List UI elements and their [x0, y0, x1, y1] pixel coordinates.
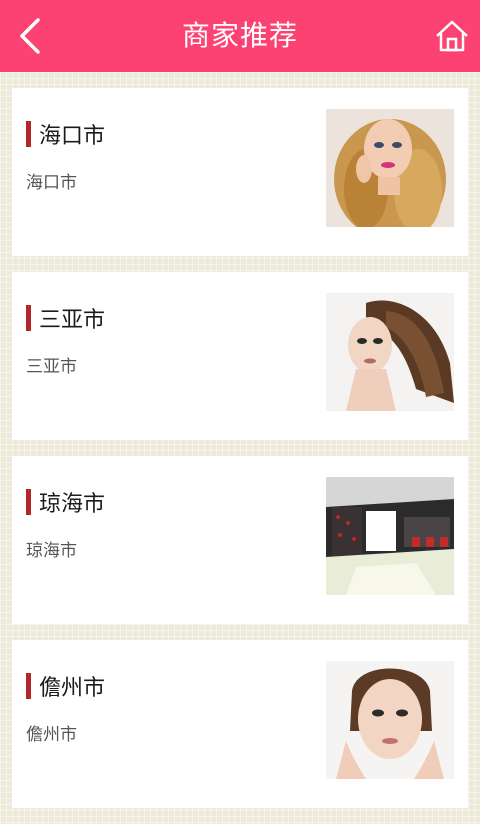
home-icon: [436, 20, 468, 52]
accent-bar: [26, 305, 31, 331]
top-bar: 商家推荐: [0, 0, 480, 72]
accent-bar: [26, 673, 31, 699]
merchant-name: 三亚市: [26, 303, 105, 333]
merchant-card[interactable]: 海口市 海口市: [12, 88, 468, 256]
merchant-name-text: 儋州市: [39, 676, 106, 701]
merchant-name: 海口市: [26, 119, 105, 149]
home-button[interactable]: [434, 18, 470, 54]
merchant-card[interactable]: 儋州市 儋州市: [12, 640, 468, 808]
merchant-name: 儋州市: [26, 671, 105, 701]
merchant-subtitle: 三亚市: [26, 357, 77, 377]
merchant-card[interactable]: 琼海市 琼海市: [12, 456, 468, 624]
merchant-card[interactable]: 三亚市 三亚市: [12, 272, 468, 440]
merchant-image: [326, 477, 454, 595]
merchant-name-text: 三亚市: [39, 308, 106, 333]
merchant-name-text: 海口市: [39, 124, 106, 149]
merchant-name-text: 琼海市: [39, 492, 106, 517]
merchant-subtitle: 儋州市: [26, 725, 77, 745]
merchant-subtitle: 琼海市: [26, 541, 77, 561]
merchant-image: [326, 661, 454, 779]
merchant-name: 琼海市: [26, 487, 105, 517]
accent-bar: [26, 121, 31, 147]
page-title: 商家推荐: [181, 19, 298, 52]
merchant-list: 海口市 海口市 三亚市 三亚市 琼海市 琼海市 儋州市 儋州市: [12, 88, 468, 824]
accent-bar: [26, 489, 31, 515]
merchant-image: [326, 293, 454, 411]
merchant-image: [326, 109, 454, 227]
merchant-subtitle: 海口市: [26, 173, 77, 193]
